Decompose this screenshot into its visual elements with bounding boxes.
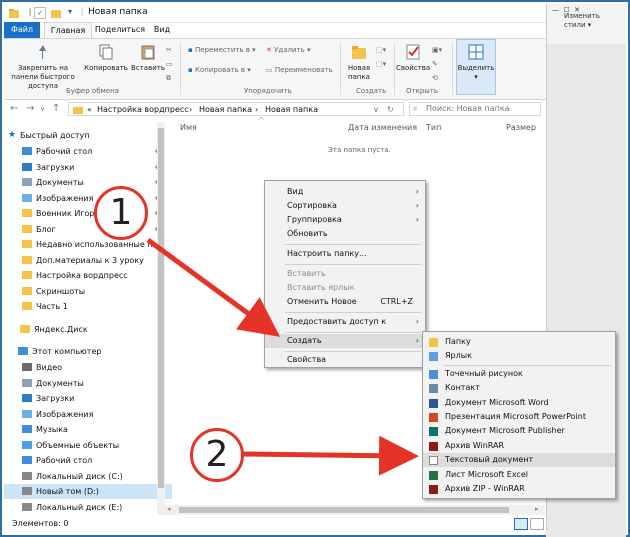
arrow-to-create xyxy=(146,237,281,337)
annotation-arrows xyxy=(146,237,419,476)
annotation-circle-2: 2 xyxy=(190,428,244,482)
arrow-to-text-document xyxy=(239,435,419,476)
annotation-circle-1: 1 xyxy=(94,186,148,240)
